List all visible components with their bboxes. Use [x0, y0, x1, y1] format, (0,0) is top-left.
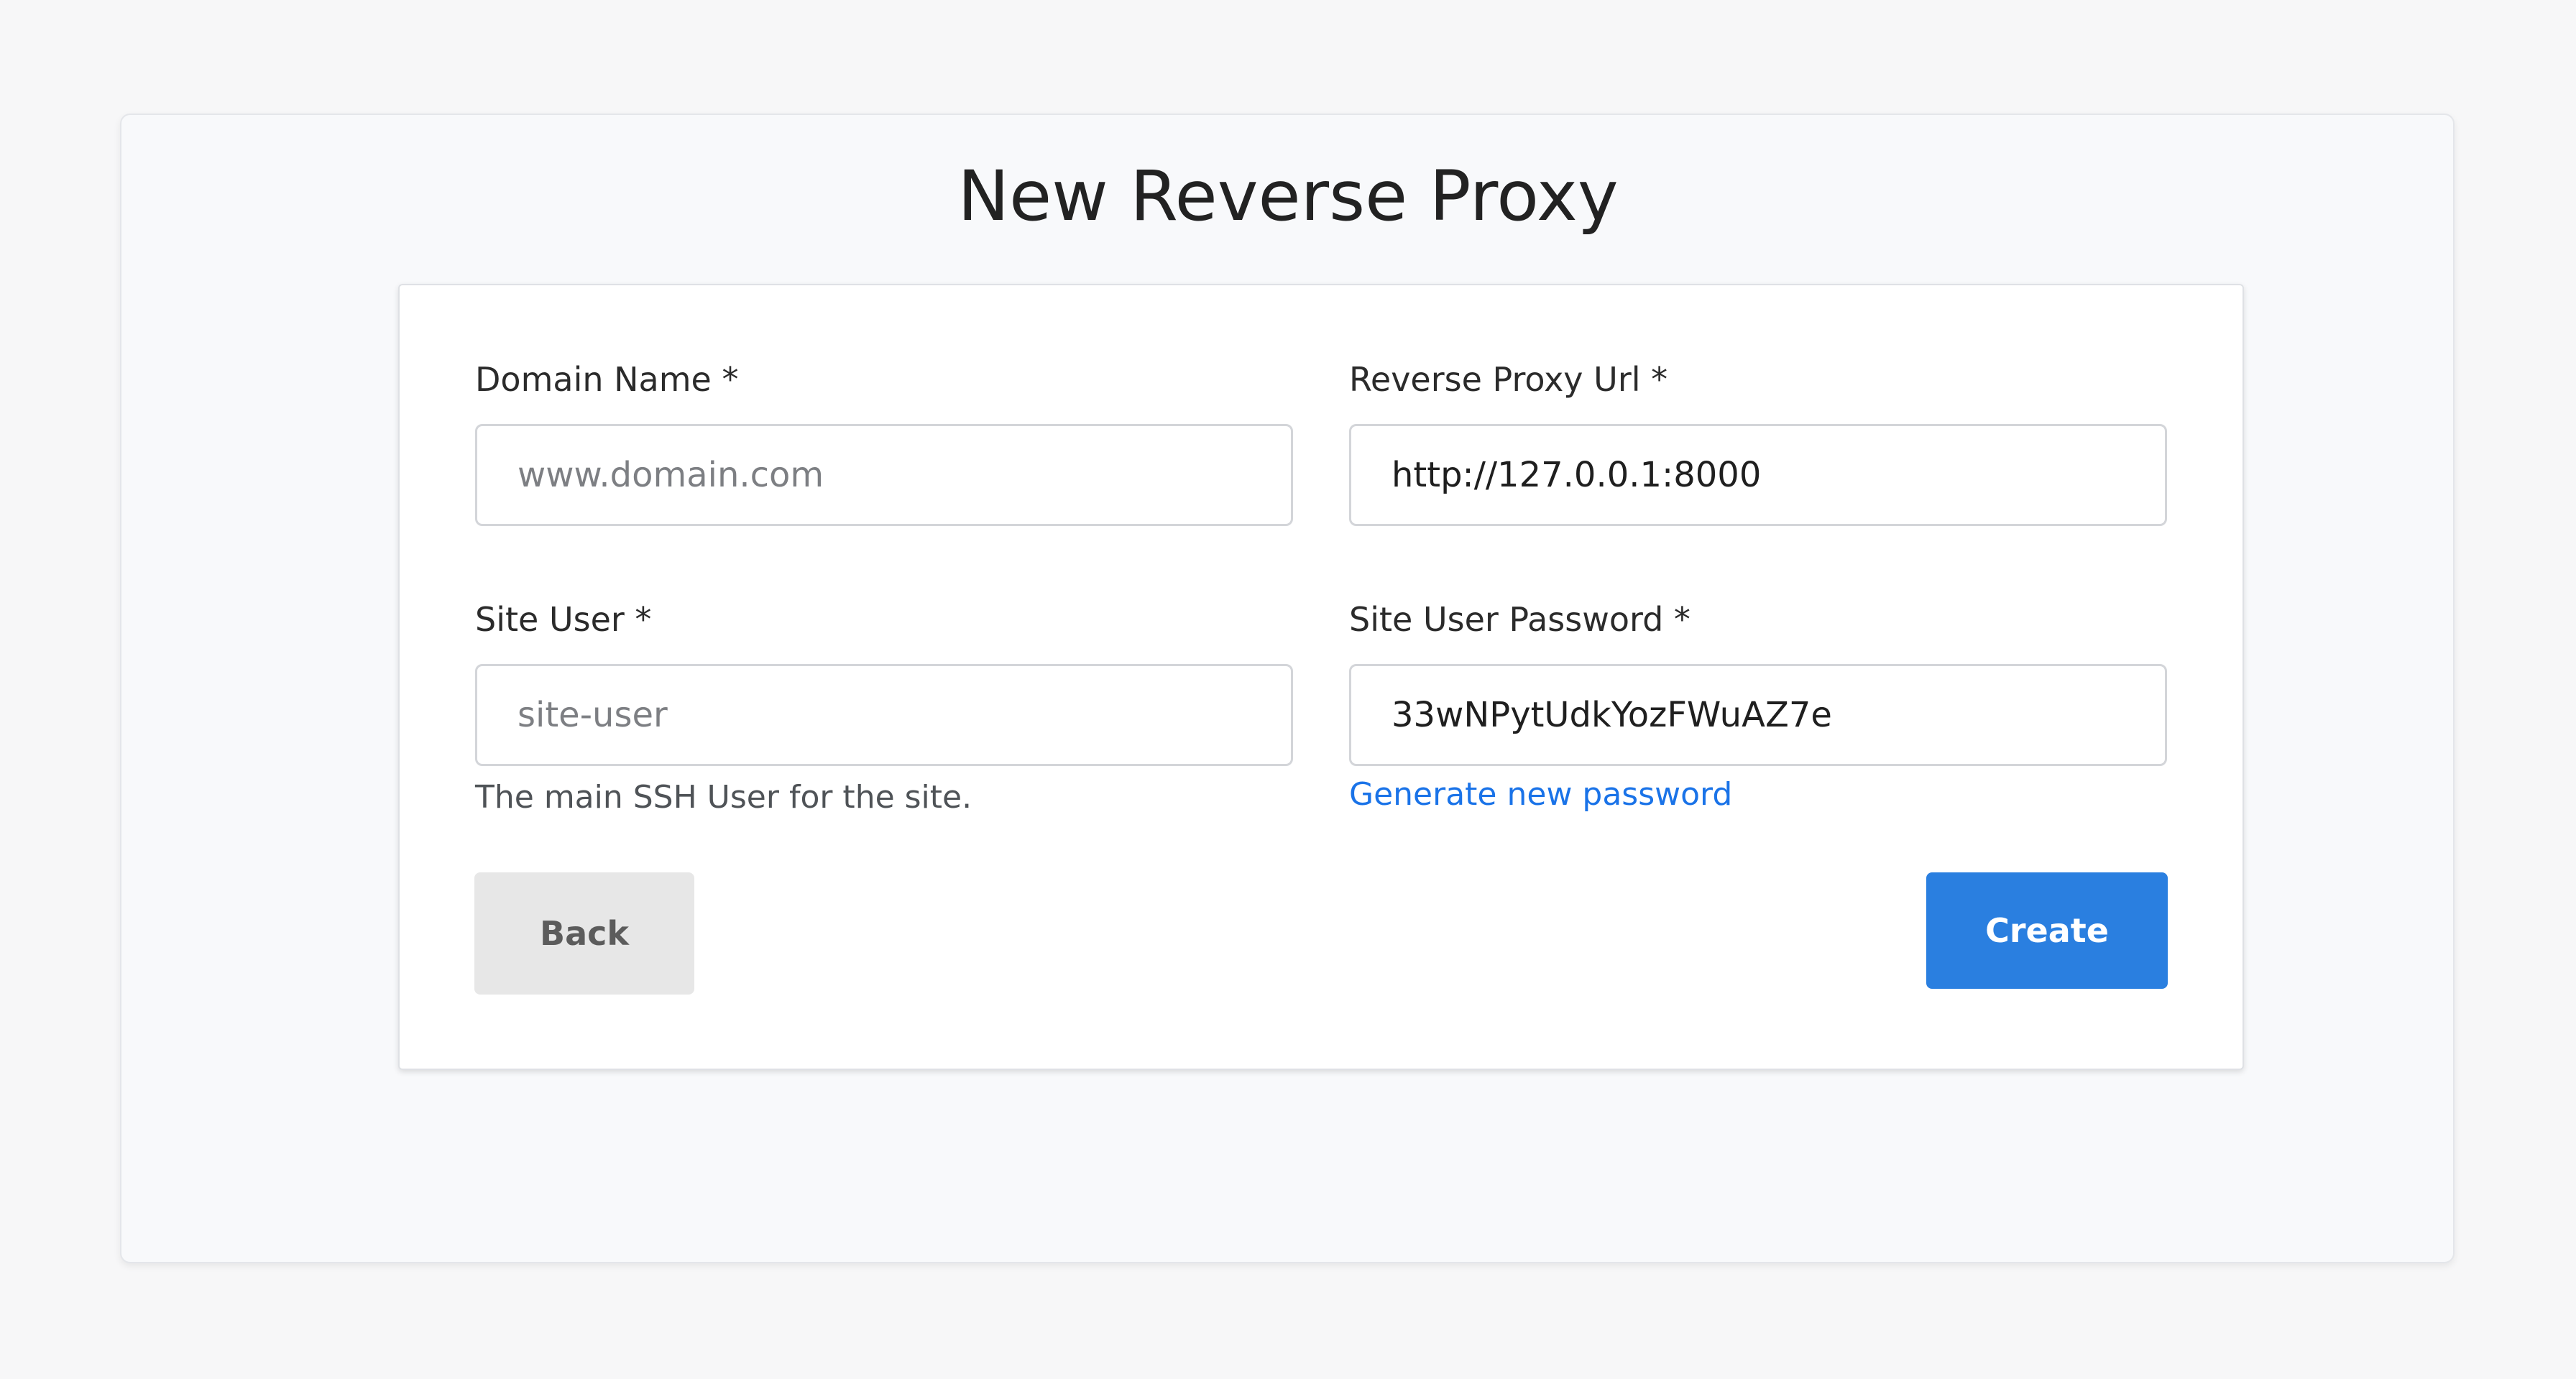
- reverse-proxy-url-input[interactable]: [1349, 424, 2167, 526]
- site-user-label: Site User *: [475, 600, 652, 639]
- back-button[interactable]: Back: [474, 872, 694, 995]
- site-user-password-input[interactable]: [1349, 664, 2167, 766]
- create-button[interactable]: Create: [1926, 872, 2168, 989]
- generate-password-link[interactable]: Generate new password: [1349, 775, 1732, 815]
- site-user-input[interactable]: [475, 664, 1293, 766]
- domain-name-input[interactable]: [475, 424, 1293, 526]
- domain-name-label: Domain Name *: [475, 360, 739, 399]
- page-title: New Reverse Proxy: [957, 156, 1619, 236]
- site-user-help-text: The main SSH User for the site.: [475, 779, 972, 816]
- site-user-password-label: Site User Password *: [1349, 600, 1690, 639]
- reverse-proxy-url-label: Reverse Proxy Url *: [1349, 360, 1668, 399]
